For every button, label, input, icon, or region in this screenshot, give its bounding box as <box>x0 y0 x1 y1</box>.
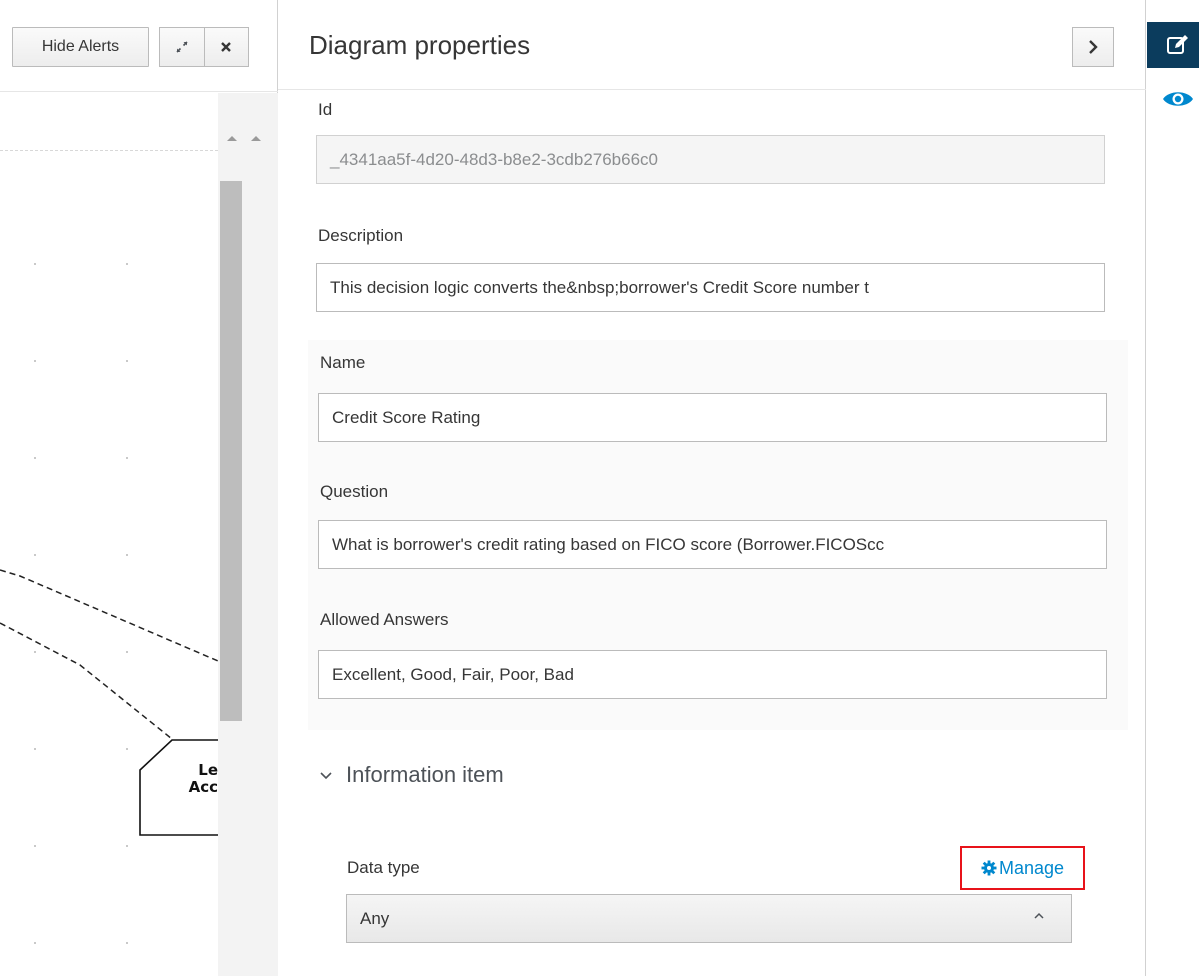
node-label-line-1: Le <box>198 762 218 779</box>
canvas-vertical-scrollbar[interactable] <box>218 93 278 976</box>
data-type-value: Any <box>360 908 390 928</box>
close-icon <box>221 42 232 52</box>
collapse-panel-button[interactable] <box>1072 27 1114 67</box>
decision-node-label[interactable]: Le Acc <box>172 762 218 796</box>
canvas-grid[interactable]: Le Acc <box>0 93 218 976</box>
description-label: Description <box>318 226 404 245</box>
manage-link-label: Manage <box>998 857 1065 878</box>
edit-icon <box>1167 35 1188 54</box>
description-field[interactable]: This decision logic converts the&nbsp;bo… <box>316 263 1105 312</box>
allowed-answers-field[interactable]: Excellent, Good, Fair, Poor, Bad <box>318 650 1107 699</box>
data-type-label: Data type <box>347 858 420 877</box>
chevron-right-icon <box>1089 40 1098 54</box>
name-label: Name <box>320 353 366 372</box>
eye-icon[interactable] <box>1161 88 1195 110</box>
node-label-line-2: Acc <box>188 778 218 796</box>
information-item-section-toggle[interactable]: Information item <box>320 762 504 788</box>
data-type-select[interactable]: Any <box>346 894 1072 943</box>
chevron-down-icon <box>320 772 332 780</box>
chevron-up-icon <box>1034 912 1044 919</box>
close-button[interactable] <box>203 28 249 66</box>
panel-header: Diagram properties <box>278 0 1146 90</box>
diagram-canvas[interactable]: Hide Alerts Le Acc <box>0 0 278 976</box>
id-field: _4341aa5f-4d20-48d3-b8e2-3cdb276b66c0 <box>316 135 1105 184</box>
right-tool-rail <box>1147 0 1199 976</box>
hide-alerts-button[interactable]: Hide Alerts <box>12 27 149 67</box>
hide-alerts-label: Hide Alerts <box>41 38 120 55</box>
gear-icon <box>981 860 997 876</box>
scroll-up-icon[interactable] <box>226 133 238 143</box>
question-field[interactable]: What is borrower's credit rating based o… <box>318 520 1107 569</box>
canvas-window-controls <box>159 27 249 67</box>
panel-title: Diagram properties <box>309 30 531 60</box>
connector-lines <box>0 569 218 836</box>
question-label: Question <box>320 482 389 501</box>
scrollbar-thumb[interactable] <box>220 181 242 721</box>
canvas-toolbar: Hide Alerts <box>0 0 278 92</box>
manage-data-types-link[interactable]: Manage <box>960 846 1085 890</box>
scroll-up-icon[interactable] <box>250 133 262 143</box>
expand-button[interactable] <box>160 28 204 66</box>
name-field[interactable]: Credit Score Rating <box>318 393 1107 442</box>
expand-icon <box>176 41 188 53</box>
allowed-answers-label: Allowed Answers <box>320 610 449 629</box>
properties-tool-button[interactable] <box>1147 22 1199 68</box>
id-label: Id <box>318 100 333 119</box>
information-item-title: Information item <box>346 762 504 787</box>
